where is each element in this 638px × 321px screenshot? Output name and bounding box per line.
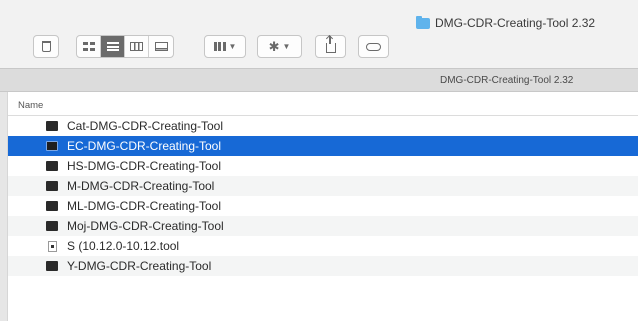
folder-icon <box>416 15 430 29</box>
sidebar-edge <box>0 92 8 321</box>
list-item[interactable]: HS-DMG-CDR-Creating-Tool <box>8 156 638 176</box>
gear-icon: ✱ <box>268 39 280 54</box>
trash-icon <box>41 41 51 52</box>
list-item-label: ML-DMG-CDR-Creating-Tool <box>67 199 222 213</box>
gallery-view-icon <box>154 42 168 51</box>
chevron-down-icon: ▼ <box>282 42 291 51</box>
icon-view-icon <box>82 42 95 51</box>
executable-icon <box>46 221 58 231</box>
column-view-button[interactable] <box>125 36 149 57</box>
arrange-icon <box>213 42 226 51</box>
view-mode-control <box>76 35 174 58</box>
column-view-icon <box>130 42 143 51</box>
list-item-label: Y-DMG-CDR-Creating-Tool <box>67 259 212 273</box>
executable-icon <box>46 121 58 131</box>
window-title: DMG-CDR-Creating-Tool 2.32 <box>416 15 596 30</box>
executable-icon <box>46 141 58 151</box>
list-item[interactable]: Y-DMG-CDR-Creating-Tool <box>8 256 638 276</box>
list-view-icon <box>106 42 119 51</box>
share-button[interactable] <box>315 35 346 58</box>
list-item-label: Cat-DMG-CDR-Creating-Tool <box>67 119 224 133</box>
list-item-label: EC-DMG-CDR-Creating-Tool <box>67 139 222 153</box>
executable-icon <box>46 201 58 211</box>
list-item-label: HS-DMG-CDR-Creating-Tool <box>67 159 222 173</box>
list-view-button[interactable] <box>101 36 125 57</box>
tag-button[interactable] <box>358 35 389 58</box>
column-header-name[interactable]: Name <box>8 92 638 116</box>
list-item[interactable]: M-DMG-CDR-Creating-Tool <box>8 176 638 196</box>
arrange-button[interactable]: ▼ <box>204 35 246 58</box>
toolbar: DMG-CDR-Creating-Tool 2.32 ▼ ✱ ▼ <box>0 0 638 68</box>
tab-title[interactable]: DMG-CDR-Creating-Tool 2.32 <box>440 75 573 86</box>
list-item[interactable]: S (10.12.0-10.12.tool <box>8 236 638 256</box>
file-rows: Cat-DMG-CDR-Creating-Tool EC-DMG-CDR-Crea… <box>8 116 638 276</box>
list-item[interactable]: ML-DMG-CDR-Creating-Tool <box>8 196 638 216</box>
list-item[interactable]: Moj-DMG-CDR-Creating-Tool <box>8 216 638 236</box>
list-item-selected[interactable]: EC-DMG-CDR-Creating-Tool <box>8 136 638 156</box>
tag-icon <box>366 42 381 51</box>
list-item-label: S (10.12.0-10.12.tool <box>67 239 180 253</box>
icon-view-button[interactable] <box>77 36 101 57</box>
executable-icon <box>46 181 58 191</box>
tab-bar: DMG-CDR-Creating-Tool 2.32 <box>0 68 638 92</box>
delete-button[interactable] <box>33 35 59 58</box>
list-item-label: M-DMG-CDR-Creating-Tool <box>67 179 215 193</box>
action-button[interactable]: ✱ ▼ <box>257 35 302 58</box>
chevron-down-icon: ▼ <box>228 42 237 51</box>
list-item[interactable]: Cat-DMG-CDR-Creating-Tool <box>8 116 638 136</box>
document-icon <box>48 240 57 252</box>
list-item-label: Moj-DMG-CDR-Creating-Tool <box>67 219 224 233</box>
file-list: Name Cat-DMG-CDR-Creating-Tool EC-DMG-CDR… <box>8 92 638 321</box>
window-title-label: DMG-CDR-Creating-Tool 2.32 <box>435 16 596 30</box>
executable-icon <box>46 161 58 171</box>
gallery-view-button[interactable] <box>149 36 173 57</box>
share-icon <box>325 36 336 53</box>
executable-icon <box>46 261 58 271</box>
